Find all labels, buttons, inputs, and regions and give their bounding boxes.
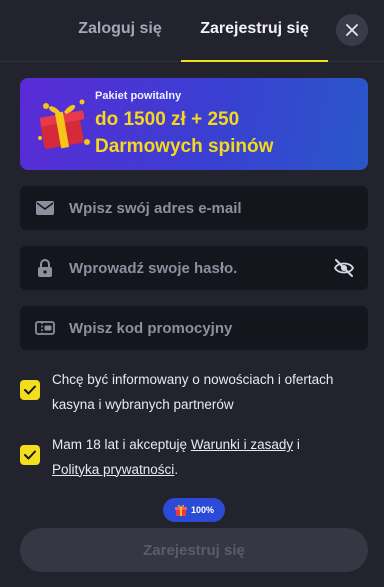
envelope-icon (35, 198, 55, 218)
terms-prefix: Mam 18 lat i akceptuję (52, 437, 191, 452)
terms-checkbox[interactable] (20, 445, 40, 465)
auth-tabs: Zaloguj się Zarejestruj się (0, 0, 384, 62)
banner-headline-line1: do 1500 zł + 250 (95, 109, 240, 130)
terms-middle: i (293, 437, 300, 452)
newsletter-consent-text: Chcę być informowany o nowościach i ofer… (52, 372, 334, 412)
terms-suffix: . (174, 461, 179, 477)
tab-login[interactable]: Zaloguj się (60, 0, 180, 62)
email-field (20, 186, 368, 230)
email-input[interactable] (69, 186, 339, 230)
banner-subtitle: Pakiet powitalny (95, 90, 182, 102)
ticket-icon (35, 318, 55, 338)
gift-icon (38, 99, 90, 149)
eye-off-icon[interactable] (332, 256, 356, 280)
terms-consent-text: Mam 18 lat i akceptuję Warunki i zasady … (52, 433, 366, 482)
close-button[interactable] (336, 14, 368, 46)
tab-register[interactable]: Zarejestruj się (181, 0, 328, 62)
register-modal: Zaloguj się Zarejestruj się Pakiet powit… (0, 0, 384, 587)
lock-icon (35, 258, 55, 278)
register-submit-button[interactable]: Zarejestruj się (20, 528, 368, 572)
close-icon (346, 24, 358, 36)
terms-link[interactable]: Warunki i zasady (191, 437, 293, 452)
progress-label: 100% (190, 505, 215, 515)
banner-headline-line2: Darmowych spinów (95, 136, 274, 157)
checkmark-icon (24, 450, 36, 460)
privacy-policy-link[interactable]: Polityka prywatności (52, 462, 174, 477)
bonus-progress-badge: 100% (163, 498, 225, 522)
password-field (20, 246, 368, 290)
gift-icon (174, 504, 187, 516)
password-input[interactable] (69, 246, 339, 290)
promo-code-input[interactable] (69, 306, 339, 350)
welcome-banner[interactable]: Pakiet powitalny do 1500 zł + 250 Darmow… (20, 78, 368, 170)
promo-code-field (20, 306, 368, 350)
newsletter-checkbox[interactable] (20, 380, 40, 400)
checkmark-icon (24, 385, 36, 395)
